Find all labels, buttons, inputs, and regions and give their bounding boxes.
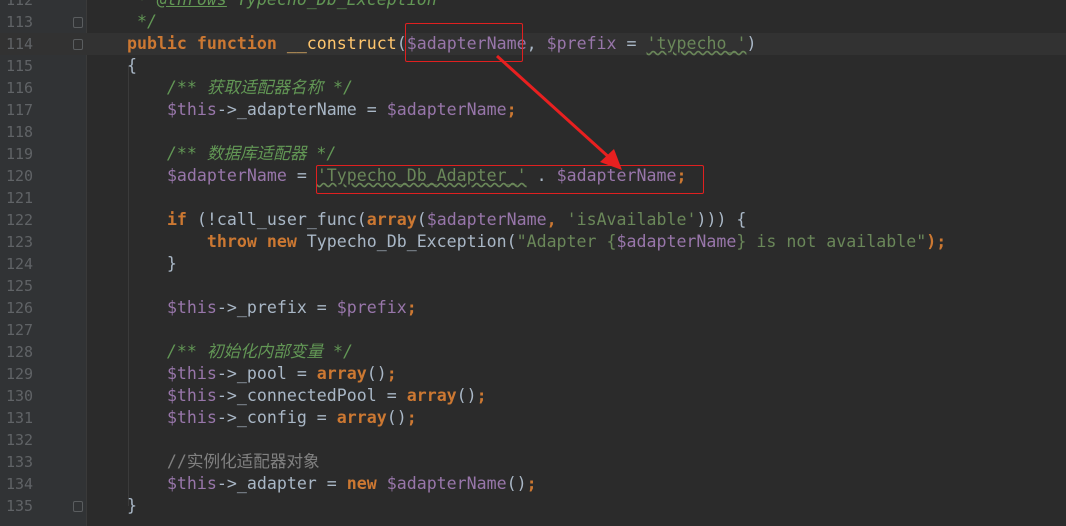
annotation-arrow (495, 54, 622, 170)
arrow-shaft (495, 54, 614, 162)
